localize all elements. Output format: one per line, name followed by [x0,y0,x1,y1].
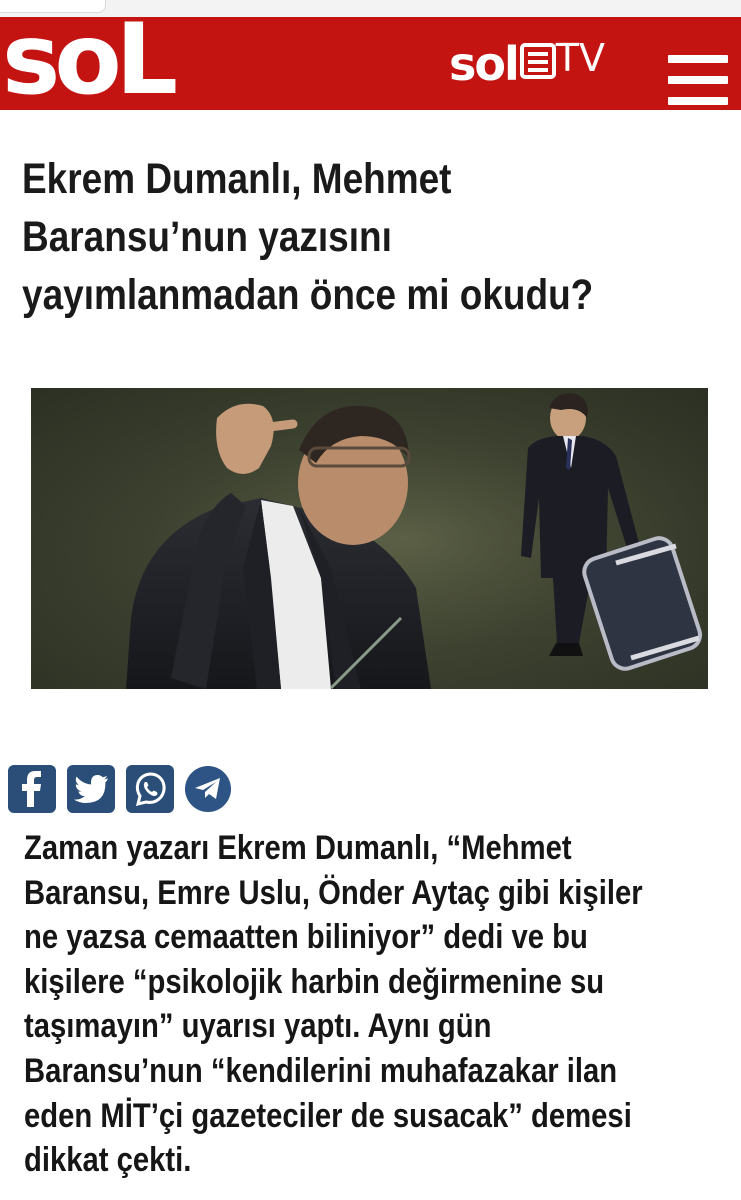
article-title-line: Ekrem Dumanlı, Mehmet [22,155,452,203]
telegram-share-button[interactable] [185,766,231,812]
article-body-line: ne yazsa cemaatten biliniyor” dedi ve bu [24,918,588,957]
sol-tv-suffix: TV [555,36,605,80]
article-title: Ekrem Dumanlı, Mehmet Baransu’nun yazısı… [22,150,624,324]
twitter-share-button[interactable] [67,765,115,813]
telegram-icon [195,778,220,799]
sol-tv-link[interactable]: sol TV [449,39,606,89]
sol-tv-brand: sol [449,37,520,91]
article-title-line: Baransu’nun yazısını [22,213,392,261]
article-photo [31,388,708,689]
article-body-line: Zaman yazarı Ekrem Dumanlı, “Mehmet [24,829,572,867]
article-body-line: dikkat çekti. [24,1141,192,1180]
whatsapp-share-button[interactable] [126,765,174,813]
share-bar [8,765,231,813]
article-body-line: kişilere “psikolojik harbin değirmenine … [24,962,605,1001]
facebook-icon [22,771,41,807]
article-body-line: Baransu’nun “kendilerini muhafazakar ila… [24,1051,618,1090]
article-body-line: eden MİT’çi gazeteciler de susacak” deme… [24,1096,632,1135]
tv-screen-icon: TV [519,36,606,89]
whatsapp-icon [135,772,166,807]
site-header: soL sol TV [0,11,741,110]
article-body-line: Baransu, Emre Uslu, Önder Aytaç gibi kiş… [24,873,643,912]
twitter-icon [74,775,108,803]
facebook-share-button[interactable] [8,765,56,813]
site-logo[interactable]: soL [2,11,178,109]
article-title-line: yayımlanmadan önce mi okudu? [22,271,594,319]
article-body-line: taşımayın” uyarısı yaptı. Aynı gün [24,1007,492,1046]
article-body: Zaman yazarı Ekrem Dumanlı, “Mehmet Bara… [24,826,695,1183]
hamburger-menu-icon[interactable] [668,55,728,105]
